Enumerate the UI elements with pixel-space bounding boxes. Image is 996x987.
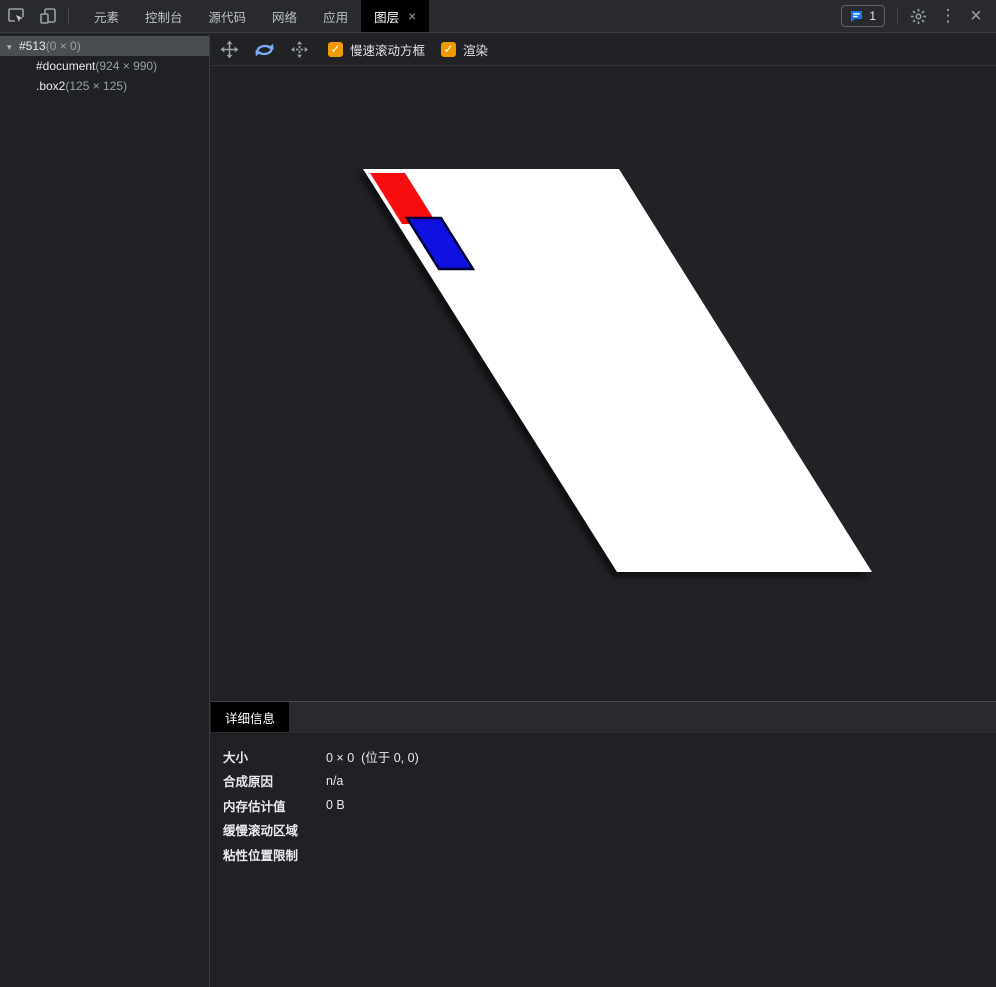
- details-panel-header: 详细信息: [211, 701, 996, 733]
- tab-console[interactable]: 控制台: [132, 0, 196, 32]
- layer-name: .box2: [36, 79, 65, 93]
- panel-tabs: 元素 控制台 源代码 网络 应用 图层 ×: [81, 0, 429, 32]
- tab-network[interactable]: 网络: [259, 0, 310, 32]
- detail-label: 大小: [223, 747, 326, 766]
- detail-value: 0 × 0 (位于 0, 0): [326, 747, 419, 766]
- devtools-window: 元素 控制台 源代码 网络 应用 图层 × 1: [0, 0, 996, 987]
- tab-layers-label: 图层: [374, 7, 399, 26]
- layer-tree-item-box2[interactable]: .box2(125 × 125): [0, 76, 209, 96]
- layers-3d-scene: [211, 67, 996, 700]
- detail-row-compositing-reason: 合成原因 n/a: [211, 769, 996, 794]
- checkbox-checked-icon: ✓: [328, 42, 343, 57]
- tab-application[interactable]: 应用: [310, 0, 361, 32]
- checkbox-checked-icon: ✓: [441, 42, 456, 57]
- detail-label: 内存估计值: [223, 796, 326, 815]
- paints-checkbox[interactable]: ✓ 渲染: [441, 40, 488, 59]
- inspect-element-icon[interactable]: [0, 3, 32, 29]
- tabbar-right-controls: 1 ⋮ ×: [841, 3, 996, 29]
- layer-tree-item-document[interactable]: #document(924 × 990): [0, 56, 209, 76]
- toolbar-divider: [897, 7, 898, 25]
- layer-name: #513: [19, 39, 46, 53]
- slow-scroll-rects-checkbox[interactable]: ✓ 慢速滚动方框: [328, 40, 425, 59]
- issues-count: 1: [869, 9, 876, 23]
- rotate-mode-icon[interactable]: [251, 37, 277, 63]
- toolbar-divider: [68, 7, 69, 25]
- tab-close-icon[interactable]: ×: [408, 9, 416, 23]
- detail-row-slow-scroll-regions: 缓慢滚动区域: [211, 818, 996, 843]
- pan-mode-icon[interactable]: [216, 37, 242, 63]
- layers-toolbar: ✓ 慢速滚动方框 ✓ 渲染: [211, 34, 996, 66]
- layer-dimensions: (924 × 990): [95, 59, 157, 73]
- settings-gear-icon[interactable]: [902, 3, 934, 29]
- layers-3d-canvas[interactable]: [211, 67, 996, 700]
- detail-row-size: 大小 0 × 0 (位于 0, 0): [211, 744, 996, 769]
- devtools-tabbar: 元素 控制台 源代码 网络 应用 图层 × 1: [0, 0, 996, 33]
- tab-elements[interactable]: 元素: [81, 0, 132, 32]
- device-toolbar-icon[interactable]: [32, 3, 64, 29]
- checkbox-label: 慢速滚动方框: [350, 40, 425, 59]
- checkbox-label: 渲染: [463, 40, 488, 59]
- tab-sources[interactable]: 源代码: [196, 0, 260, 32]
- more-options-icon[interactable]: ⋮: [934, 6, 962, 26]
- detail-label: 合成原因: [223, 771, 326, 790]
- layer-tree-sidebar: ▾#513(0 × 0) #document(924 × 990) .box2(…: [0, 34, 210, 987]
- issues-chat-icon: [850, 10, 863, 23]
- tab-details[interactable]: 详细信息: [211, 702, 289, 732]
- detail-value: 0 B: [326, 798, 345, 812]
- details-panel-body: 大小 0 × 0 (位于 0, 0) 合成原因 n/a 内存估计值 0 B 缓慢…: [211, 734, 996, 987]
- layer-tree-item-513[interactable]: ▾#513(0 × 0): [0, 36, 209, 56]
- layer-dimensions: (0 × 0): [46, 39, 81, 53]
- detail-label: 粘性位置限制: [223, 845, 326, 864]
- close-devtools-icon[interactable]: ×: [962, 5, 990, 28]
- issues-button[interactable]: 1: [841, 5, 885, 27]
- layer-name: #document: [36, 59, 95, 73]
- chevron-down-icon[interactable]: ▾: [7, 37, 19, 57]
- detail-row-memory-estimate: 内存估计值 0 B: [211, 793, 996, 818]
- tab-layers[interactable]: 图层 ×: [361, 0, 429, 32]
- reset-view-icon[interactable]: [286, 37, 312, 63]
- layers-panel-main: ✓ 慢速滚动方框 ✓ 渲染 详细信息 大小 0 × 0 (位于 0, 0): [211, 34, 996, 987]
- detail-value: n/a: [326, 774, 343, 788]
- detail-label: 缓慢滚动区域: [223, 820, 326, 839]
- layer-dimensions: (125 × 125): [65, 79, 127, 93]
- detail-row-sticky-constraints: 粘性位置限制: [211, 842, 996, 867]
